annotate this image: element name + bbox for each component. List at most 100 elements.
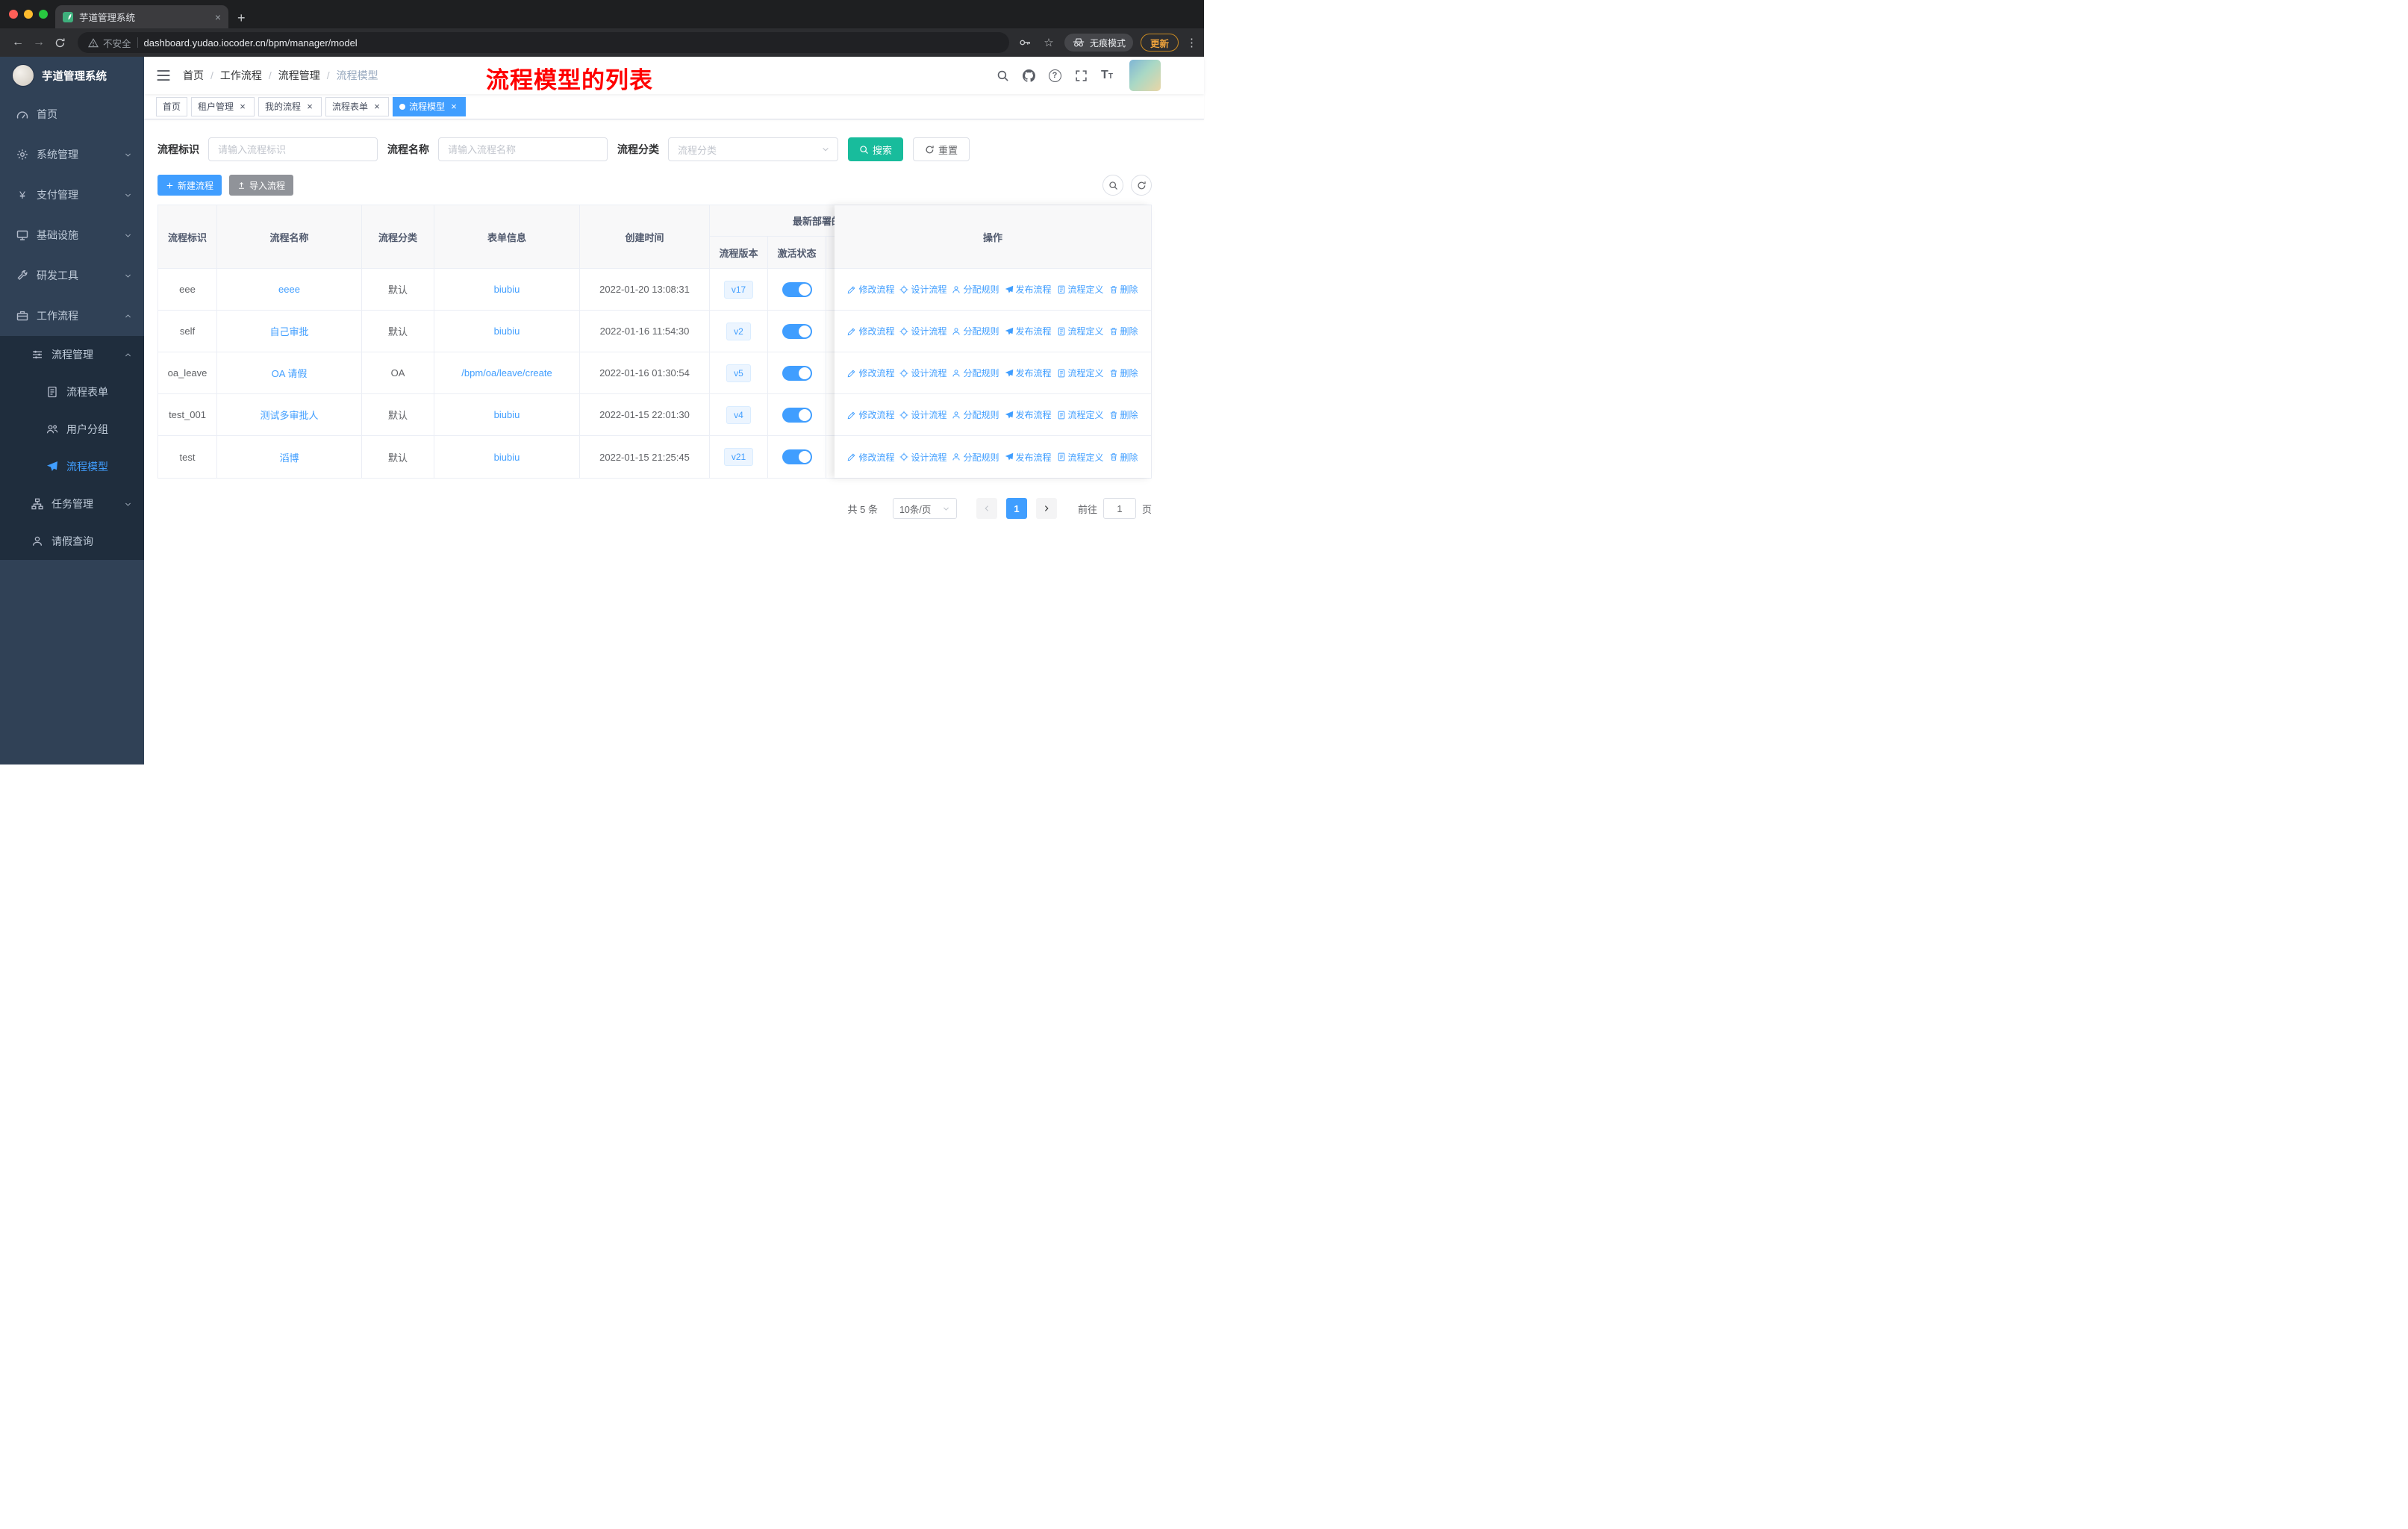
hamburger-icon[interactable] (156, 69, 171, 82)
action-publish-link[interactable]: 发布流程 (1005, 283, 1052, 296)
sidebar-item-infrastructure[interactable]: 基础设施 (0, 215, 144, 255)
process-name-link[interactable]: 滔博 (279, 452, 299, 464)
action-delete-link[interactable]: 删除 (1109, 283, 1138, 296)
form-info-link[interactable]: biubiu (494, 284, 520, 295)
process-name-link[interactable]: eeee (278, 284, 300, 295)
browser-tab[interactable]: 芋道管理系统 × (55, 5, 228, 28)
action-definition-link[interactable]: 流程定义 (1057, 367, 1104, 379)
browser-menu-icon[interactable]: ⋮ (1186, 36, 1197, 49)
tag-process-form[interactable]: 流程表单 × (325, 96, 390, 116)
address-bar[interactable]: 不安全 dashboard.yudao.iocoder.cn/bpm/manag… (78, 32, 1009, 53)
tag-tenant-mgmt[interactable]: 租户管理 × (191, 96, 255, 116)
sidebar-item-user-group[interactable]: 用户分组 (0, 411, 144, 448)
sidebar-item-leave-query[interactable]: 请假查询 (0, 523, 144, 560)
goto-page-input[interactable] (1102, 498, 1136, 519)
sidebar-item-task-mgmt[interactable]: 任务管理 (0, 485, 144, 523)
action-design-link[interactable]: 设计流程 (899, 367, 946, 379)
sidebar-item-process-mgmt[interactable]: 流程管理 (0, 336, 144, 373)
sidebar-item-payment[interactable]: ¥ 支付管理 (0, 175, 144, 215)
breadcrumb-workflow[interactable]: 工作流程 (220, 68, 262, 83)
active-toggle[interactable] (782, 407, 812, 423)
form-info-link[interactable]: biubiu (494, 326, 520, 337)
form-info-link[interactable]: biubiu (494, 409, 520, 420)
prev-page-button[interactable] (976, 498, 997, 519)
action-publish-link[interactable]: 发布流程 (1005, 367, 1052, 379)
action-design-link[interactable]: 设计流程 (899, 325, 946, 337)
reload-button[interactable] (49, 32, 70, 53)
action-design-link[interactable]: 设计流程 (899, 451, 946, 464)
breadcrumb-home[interactable]: 首页 (183, 68, 204, 83)
next-page-button[interactable] (1035, 498, 1057, 519)
action-edit-link[interactable]: 修改流程 (847, 283, 894, 296)
action-definition-link[interactable]: 流程定义 (1057, 283, 1104, 296)
zoom-window-button[interactable] (39, 10, 48, 19)
process-id-input[interactable] (208, 137, 378, 161)
process-name-input[interactable] (438, 137, 608, 161)
github-icon[interactable] (1019, 66, 1038, 85)
process-name-link[interactable]: 测试多审批人 (260, 410, 318, 421)
action-definition-link[interactable]: 流程定义 (1057, 408, 1104, 421)
security-status[interactable]: 不安全 (88, 36, 131, 50)
category-select[interactable]: 流程分类 (668, 137, 838, 161)
sidebar-item-system[interactable]: 系统管理 (0, 134, 144, 175)
refresh-table-button[interactable] (1131, 175, 1152, 196)
action-design-link[interactable]: 设计流程 (899, 283, 946, 296)
action-definition-link[interactable]: 流程定义 (1057, 451, 1104, 464)
new-tab-button[interactable]: + (237, 11, 246, 25)
current-page-button[interactable]: 1 (1005, 498, 1027, 519)
tag-close-icon[interactable]: × (237, 102, 248, 112)
tag-process-model[interactable]: 流程模型 × (393, 96, 467, 116)
bookmark-star-icon[interactable]: ☆ (1041, 34, 1057, 51)
action-delete-link[interactable]: 删除 (1109, 367, 1138, 379)
action-edit-link[interactable]: 修改流程 (847, 367, 894, 379)
active-toggle[interactable] (782, 449, 812, 464)
action-assign-rule-link[interactable]: 分配规则 (952, 451, 999, 464)
action-assign-rule-link[interactable]: 分配规则 (952, 408, 999, 421)
tag-close-icon[interactable]: × (305, 102, 315, 112)
tag-my-process[interactable]: 我的流程 × (258, 96, 322, 116)
sidebar-item-process-form[interactable]: 流程表单 (0, 373, 144, 411)
forward-button[interactable]: → (28, 32, 49, 53)
page-size-select[interactable]: 10条/页 (892, 498, 957, 519)
password-key-icon[interactable] (1017, 34, 1033, 51)
breadcrumb-process-mgmt[interactable]: 流程管理 (278, 68, 320, 83)
import-process-button[interactable]: 导入流程 (229, 175, 294, 196)
action-definition-link[interactable]: 流程定义 (1057, 325, 1104, 337)
fullscreen-icon[interactable] (1071, 66, 1091, 85)
search-button[interactable]: 搜索 (848, 137, 904, 161)
back-button[interactable]: ← (7, 32, 28, 53)
tag-home[interactable]: 首页 (156, 96, 188, 116)
sidebar-item-devtools[interactable]: 研发工具 (0, 255, 144, 296)
chrome-update-button[interactable]: 更新 (1140, 34, 1179, 52)
form-info-link[interactable]: /bpm/oa/leave/create (461, 367, 552, 379)
action-assign-rule-link[interactable]: 分配规则 (952, 367, 999, 379)
action-publish-link[interactable]: 发布流程 (1005, 408, 1052, 421)
active-toggle[interactable] (782, 281, 812, 297)
close-window-button[interactable] (9, 10, 18, 19)
tag-close-icon[interactable]: × (372, 102, 382, 112)
action-edit-link[interactable]: 修改流程 (847, 325, 894, 337)
create-process-button[interactable]: 新建流程 (157, 175, 222, 196)
sidebar-item-process-model[interactable]: 流程模型 (0, 448, 144, 485)
process-name-link[interactable]: 自己审批 (269, 326, 308, 337)
action-delete-link[interactable]: 删除 (1109, 408, 1138, 421)
minimize-window-button[interactable] (24, 10, 33, 19)
action-assign-rule-link[interactable]: 分配规则 (952, 283, 999, 296)
action-delete-link[interactable]: 删除 (1109, 325, 1138, 337)
process-name-link[interactable]: OA 请假 (272, 368, 308, 379)
tag-close-icon[interactable]: × (449, 102, 459, 112)
sidebar-item-workflow[interactable]: 工作流程 (0, 296, 144, 336)
active-toggle[interactable] (782, 365, 812, 381)
toggle-search-button[interactable] (1102, 175, 1123, 196)
action-assign-rule-link[interactable]: 分配规则 (952, 325, 999, 337)
font-size-icon[interactable]: TT (1097, 66, 1117, 85)
form-info-link[interactable]: biubiu (494, 452, 520, 463)
action-publish-link[interactable]: 发布流程 (1005, 451, 1052, 464)
action-publish-link[interactable]: 发布流程 (1005, 325, 1052, 337)
reset-button[interactable]: 重置 (913, 137, 970, 161)
tab-close-icon[interactable]: × (215, 11, 221, 23)
action-delete-link[interactable]: 删除 (1109, 451, 1138, 464)
help-icon[interactable]: ? (1045, 66, 1064, 85)
user-avatar[interactable] (1129, 60, 1161, 91)
header-search-icon[interactable] (993, 66, 1012, 85)
